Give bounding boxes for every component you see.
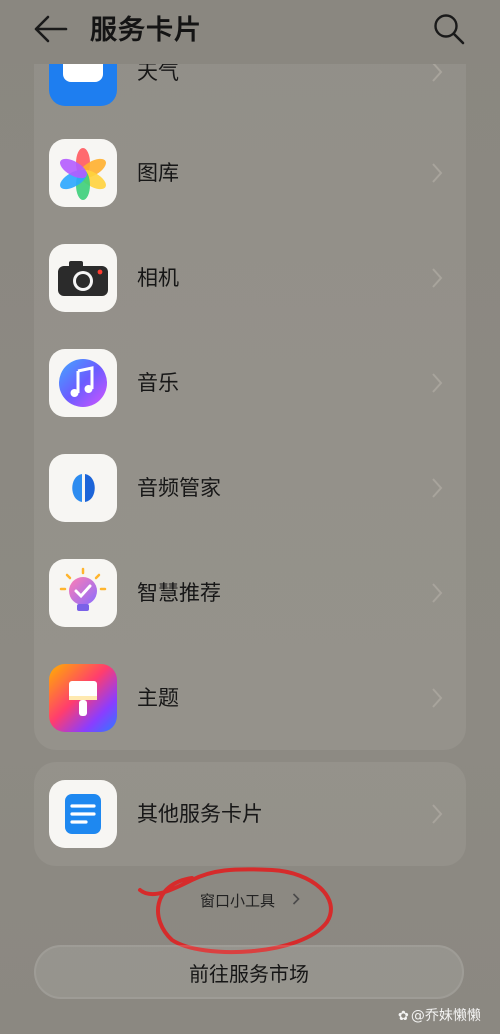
service-card-list: 天气 图库 相机 音乐 音频管家 智慧推荐 主题: [34, 30, 466, 750]
list-item-label: 图库: [137, 161, 179, 185]
chevron-right-icon: [292, 893, 300, 905]
other-cards-icon: [49, 780, 117, 848]
watermark: ✿ @乔妹懒懒: [398, 1005, 481, 1025]
list-item-label: 主题: [137, 686, 179, 710]
music-icon: [49, 349, 117, 417]
list-item-audio-manager[interactable]: 音频管家: [34, 448, 466, 528]
list-item-label: 音乐: [137, 371, 179, 395]
chevron-right-icon: [432, 268, 443, 288]
window-widgets-link[interactable]: 窗口小工具: [200, 890, 300, 911]
chevron-right-icon: [432, 583, 443, 603]
go-to-service-market-button[interactable]: 前往服务市场: [34, 945, 464, 999]
back-arrow-icon[interactable]: [30, 12, 70, 46]
list-item-music[interactable]: 音乐: [34, 343, 466, 423]
chevron-right-icon: [432, 688, 443, 708]
list-item-smart-recommend[interactable]: 智慧推荐: [34, 553, 466, 633]
camera-icon: [49, 244, 117, 312]
list-item-label: 相机: [137, 266, 179, 290]
list-item-theme[interactable]: 主题: [34, 658, 466, 738]
list-item-label: 智慧推荐: [137, 581, 221, 605]
watermark-logo-icon: ✿: [398, 1009, 409, 1024]
list-item-label: 音频管家: [137, 476, 221, 500]
audio-manager-icon: [49, 454, 117, 522]
watermark-text: @乔妹懒懒: [410, 1008, 481, 1024]
list-item-camera[interactable]: 相机: [34, 238, 466, 318]
search-icon[interactable]: [430, 10, 468, 48]
window-widgets-label: 窗口小工具: [200, 892, 276, 910]
smart-recommend-icon: [49, 559, 117, 627]
header-bar: 服务卡片: [0, 0, 500, 64]
chevron-right-icon: [432, 373, 443, 393]
list-item-gallery[interactable]: 图库: [34, 133, 466, 213]
theme-icon: [49, 664, 117, 732]
other-cards-section: 其他服务卡片: [34, 762, 466, 866]
list-item-other-cards[interactable]: 其他服务卡片: [34, 774, 466, 854]
chevron-right-icon: [432, 478, 443, 498]
chevron-right-icon: [432, 804, 443, 824]
gallery-icon: [49, 139, 117, 207]
page-title: 服务卡片: [90, 15, 202, 46]
chevron-right-icon: [432, 163, 443, 183]
list-item-label: 其他服务卡片: [137, 802, 263, 826]
